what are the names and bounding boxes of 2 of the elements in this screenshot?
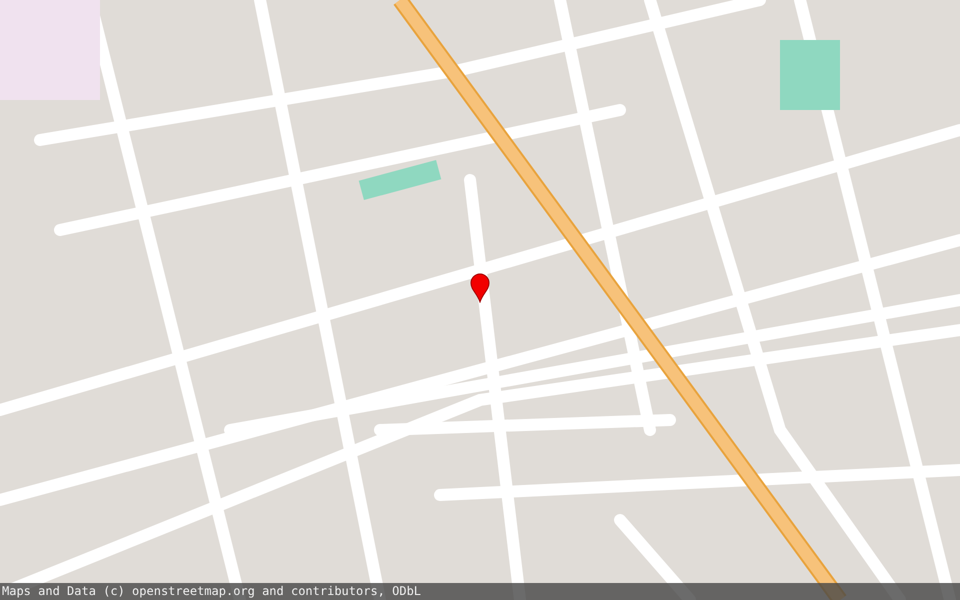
- map-attribution: Maps and Data (c) openstreetmap.org and contributors, ODbL: [0, 583, 960, 600]
- location-pin-icon[interactable]: [470, 273, 490, 303]
